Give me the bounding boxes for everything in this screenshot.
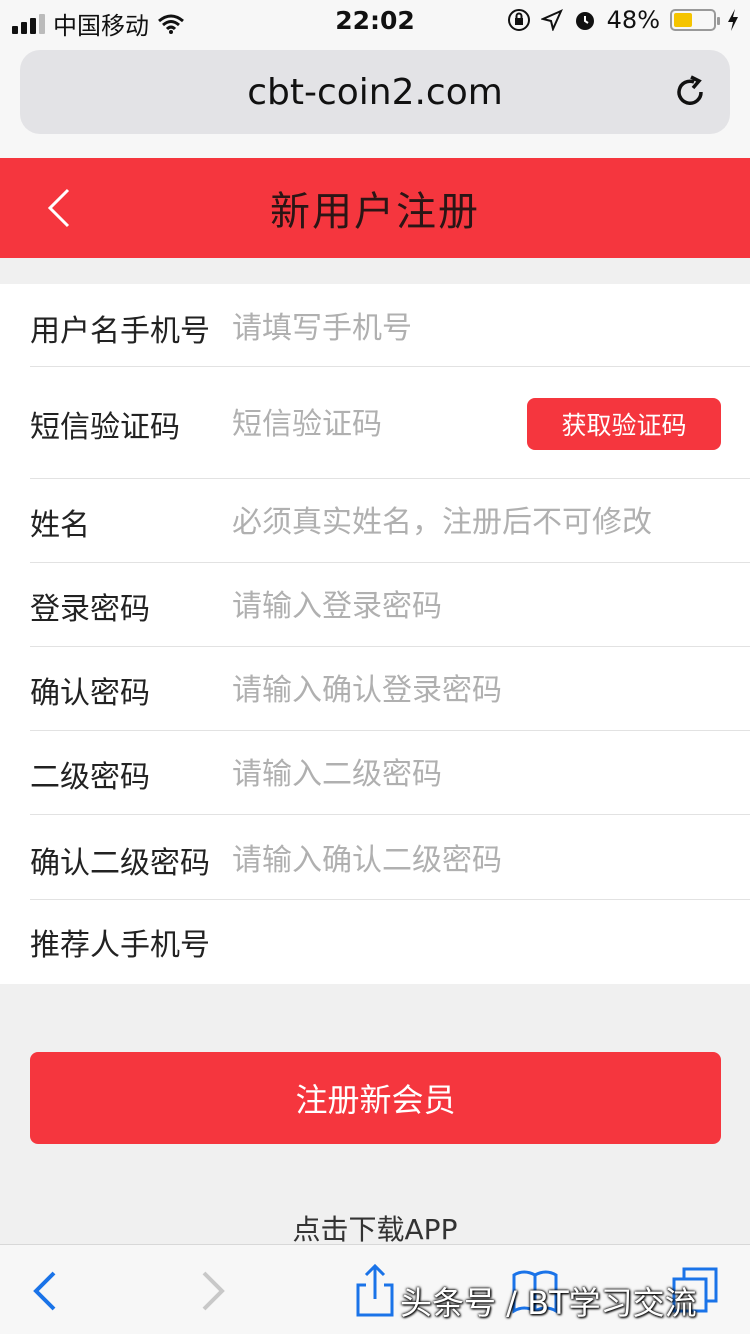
secondary-password-input[interactable] (232, 752, 722, 796)
field-phone-label: 用户名手机号 (30, 314, 210, 349)
field-name-label: 姓名 (30, 508, 90, 543)
page-title: 新用户注册 (270, 189, 480, 235)
registration-form: 用户名手机号 短信验证码 获取验证码 姓名 登录密码 确认密码 二级密码 确认二… (0, 284, 750, 984)
divider (30, 814, 750, 815)
watermark-text: 头条号 / BT学习交流 (400, 1284, 697, 1322)
orientation-lock-icon (507, 9, 530, 31)
login-password-input[interactable] (232, 584, 722, 628)
divider (30, 730, 750, 731)
back-arrow-icon[interactable] (40, 186, 80, 230)
referrer-phone-input[interactable] (232, 920, 722, 964)
battery-icon (670, 9, 720, 31)
field-secondary-password-row: 二级密码 (0, 752, 750, 796)
divider (30, 646, 750, 647)
charging-icon (728, 9, 738, 31)
field-referrer-label: 推荐人手机号 (30, 928, 210, 963)
register-submit-button[interactable]: 注册新会员 (30, 1052, 721, 1144)
divider (30, 562, 750, 563)
url-bar[interactable]: cbt-coin2.com (20, 50, 730, 134)
field-confirm-secondary-row: 确认二级密码 (0, 838, 750, 882)
status-right-group: 48% (507, 6, 740, 34)
browser-top-bar: cbt-coin2.com (0, 40, 750, 158)
field-password-label: 登录密码 (30, 592, 150, 627)
app-header: 新用户注册 (0, 158, 750, 258)
get-sms-code-button[interactable]: 获取验证码 (527, 398, 721, 450)
field-password-row: 登录密码 (0, 584, 750, 628)
confirm-password-input[interactable] (232, 668, 722, 712)
back-icon[interactable] (22, 1263, 72, 1319)
divider (30, 478, 750, 479)
real-name-input[interactable] (232, 500, 722, 544)
field-name-row: 姓名 (0, 500, 750, 544)
field-phone-row: 用户名手机号 (0, 306, 750, 350)
forward-icon[interactable] (186, 1263, 236, 1319)
field-confirm-secondary-label: 确认二级密码 (30, 846, 210, 881)
divider (30, 899, 750, 900)
status-bar: 中国移动 22:02 48% (0, 0, 750, 40)
download-app-link[interactable]: 点击下载APP (0, 1208, 750, 1244)
battery-percent: 48% (606, 6, 660, 34)
battery-fill (674, 13, 693, 27)
confirm-secondary-password-input[interactable] (232, 838, 722, 882)
field-referrer-row: 推荐人手机号 (0, 920, 750, 964)
phone-input[interactable] (232, 306, 722, 350)
sms-code-input[interactable] (232, 402, 512, 446)
field-confirm-password-label: 确认密码 (30, 676, 150, 711)
alarm-icon (575, 12, 594, 30)
divider (30, 366, 750, 367)
share-icon[interactable] (350, 1263, 400, 1319)
field-confirm-password-row: 确认密码 (0, 668, 750, 712)
field-secondary-password-label: 二级密码 (30, 760, 150, 795)
location-icon (540, 9, 563, 31)
url-text: cbt-coin2.com (247, 71, 503, 113)
field-sms-label: 短信验证码 (30, 410, 180, 445)
reload-icon[interactable] (672, 74, 708, 110)
